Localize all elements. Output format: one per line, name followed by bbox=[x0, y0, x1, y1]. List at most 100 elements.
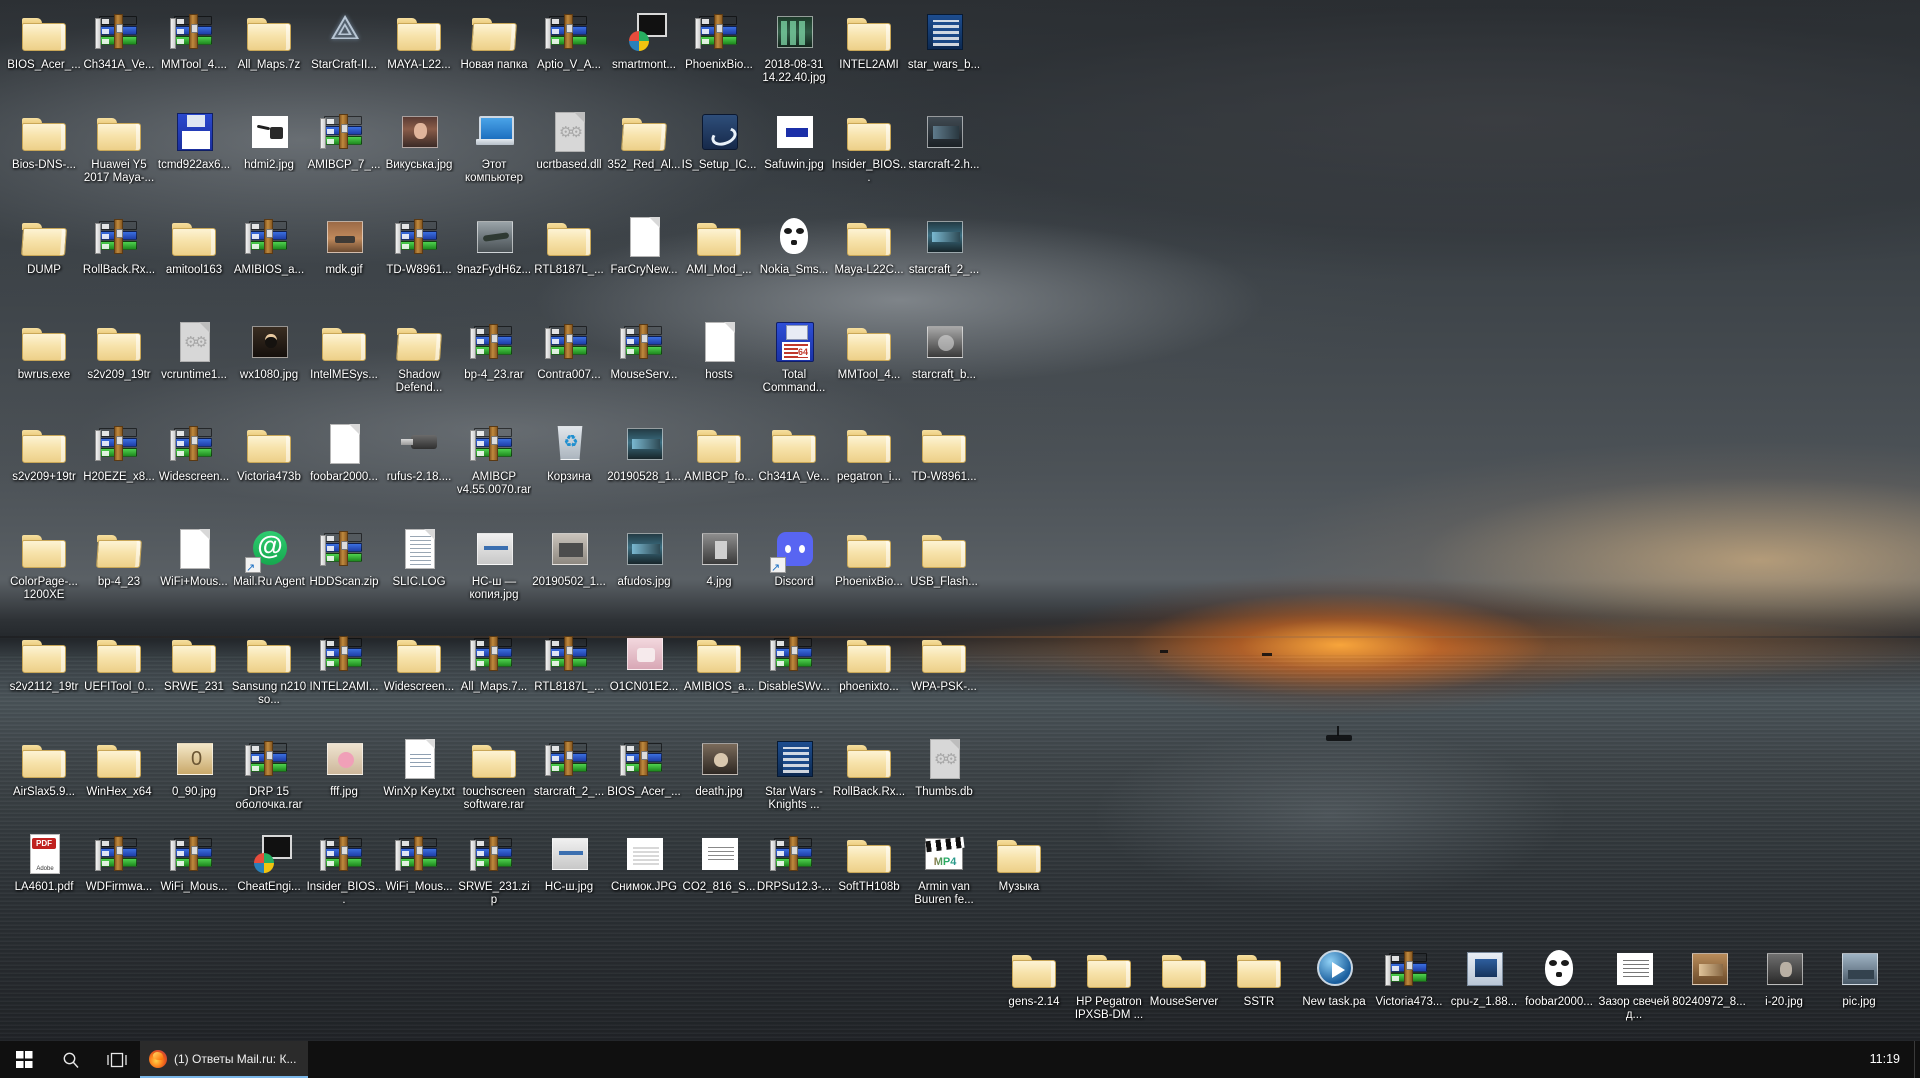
desktop-icon-mouseserv[interactable]: MouseServ... bbox=[606, 318, 682, 382]
desktop-icon-wpa-psk[interactable]: WPA-PSK-... bbox=[906, 630, 982, 694]
desktop-icon-td-w8961[interactable]: TD-W8961... bbox=[381, 213, 457, 277]
desktop-icon-insider-bios[interactable]: Insider_BIOS... bbox=[306, 830, 382, 906]
desktop-icon-co2-816-s[interactable]: CO2_816_S... bbox=[681, 830, 757, 894]
desktop-icon-intel2ami[interactable]: INTEL2AMI... bbox=[306, 630, 382, 694]
desktop-icon-rufus-2-18[interactable]: rufus-2.18.... bbox=[381, 420, 457, 484]
desktop-icon-touchscreen-software-rar[interactable]: touchscreen software.rar bbox=[456, 735, 532, 811]
desktop-icon-ch341a-ve[interactable]: Ch341A_Ve... bbox=[81, 8, 157, 72]
desktop-icon-352-red-al[interactable]: 352_Red_Al... bbox=[606, 108, 682, 172]
desktop-icon-bp-4-23-rar[interactable]: bp-4_23.rar bbox=[456, 318, 532, 382]
desktop-icon-uefitool-0[interactable]: UEFITool_0... bbox=[81, 630, 157, 694]
desktop-icon-star-wars-b[interactable]: star_wars_b... bbox=[906, 8, 982, 72]
desktop-icon-is-setup-ic[interactable]: IS_Setup_IC... bbox=[681, 108, 757, 172]
desktop-icon-bp-4-23[interactable]: bp-4_23 bbox=[81, 525, 157, 589]
desktop-icon-aptio-v-a[interactable]: Aptio_V_A... bbox=[531, 8, 607, 72]
desktop-icon-safuwin-jpg[interactable]: Safuwin.jpg bbox=[756, 108, 832, 172]
task-view-button[interactable] bbox=[94, 1041, 140, 1078]
desktop-icon-item[interactable]: Новая папка bbox=[456, 8, 532, 72]
desktop-icon-2018-08-31-14-22-40-jpg[interactable]: 2018-08-31 14.22.40.jpg bbox=[756, 8, 832, 84]
desktop-icon-amibios-a[interactable]: AMIBIOS_a... bbox=[681, 630, 757, 694]
desktop-icon-bios-dns[interactable]: Bios-DNS-... bbox=[6, 108, 82, 172]
desktop-icon-maya-l22[interactable]: MAYA-L22... bbox=[381, 8, 457, 72]
desktop-icon-hc-jpg[interactable]: HC-ш — копия.jpg bbox=[456, 525, 532, 601]
taskbar[interactable]: (1) Ответы Mail.ru: К... 11:19 bbox=[0, 1041, 1920, 1078]
clock[interactable]: 11:19 bbox=[1862, 1041, 1914, 1078]
desktop-icon-usb-flash[interactable]: USB_Flash... bbox=[906, 525, 982, 589]
desktop-icon-intel2ami[interactable]: INTEL2AMI bbox=[831, 8, 907, 72]
desktop-icon-shadow-defend[interactable]: Shadow Defend... bbox=[381, 318, 457, 394]
desktop-icon-amibcp-v4-55-0070-rar[interactable]: AMIBCP v4.55.0070.rar bbox=[456, 420, 532, 496]
desktop-icon-vcruntime1[interactable]: vcruntime1... bbox=[156, 318, 232, 382]
desktop-icon-h20eze-x8[interactable]: H20EZE_x8... bbox=[81, 420, 157, 484]
desktop-icon-hp-pegatron-ipxsb-dm[interactable]: HP Pegatron IPXSB-DM ... bbox=[1071, 945, 1147, 1021]
desktop-icon-farcrynew[interactable]: FarCryNew... bbox=[606, 213, 682, 277]
desktop-icon-total-command[interactable]: 64 Total Command... bbox=[756, 318, 832, 394]
desktop-icon-afudos-jpg[interactable]: afudos.jpg bbox=[606, 525, 682, 589]
desktop-icon-cpu-z-1-88[interactable]: cpu-z_1.88... bbox=[1446, 945, 1522, 1009]
desktop-icon-mdk-gif[interactable]: mdk.gif bbox=[306, 213, 382, 277]
desktop-icon-item[interactable]: Музыка bbox=[981, 830, 1057, 894]
desktop-icon-death-jpg[interactable]: death.jpg bbox=[681, 735, 757, 799]
desktop-icon-hosts[interactable]: hosts bbox=[681, 318, 757, 382]
desktop-icon-mouseserver[interactable]: MouseServer bbox=[1146, 945, 1222, 1009]
desktop-icon-sstr[interactable]: SSTR bbox=[1221, 945, 1297, 1009]
taskbar-item-firefox[interactable]: (1) Ответы Mail.ru: К... bbox=[140, 1041, 309, 1078]
desktop-icon-winxp-key-txt[interactable]: WinXp Key.txt bbox=[381, 735, 457, 799]
desktop-icon-contra007[interactable]: Contra007... bbox=[531, 318, 607, 382]
desktop-icon-hc-jpg[interactable]: HC-ш.jpg bbox=[531, 830, 607, 894]
desktop-icon-rtl8187l[interactable]: RTL8187L_... bbox=[531, 630, 607, 694]
desktop-icon-victoria473[interactable]: Victoria473... bbox=[1371, 945, 1447, 1009]
desktop-icon-disableswv[interactable]: DisableSWv... bbox=[756, 630, 832, 694]
desktop-icon-huawei-y5-2017-maya[interactable]: Huawei Y5 2017 Maya-... bbox=[81, 108, 157, 184]
system-tray[interactable]: 11:19 bbox=[1862, 1041, 1920, 1078]
desktop-icon-starcraft-ii[interactable]: StarCraft-II... bbox=[306, 8, 382, 72]
desktop-icon-bios-acer[interactable]: BIOS_Acer_... bbox=[606, 735, 682, 799]
desktop-icon-starcraft-2[interactable]: starcraft_2_... bbox=[531, 735, 607, 799]
desktop-icon-dump[interactable]: DUMP bbox=[6, 213, 82, 277]
desktop-icon-amibios-a[interactable]: AMIBIOS_a... bbox=[231, 213, 307, 277]
desktop-icon-amibcp-fo[interactable]: AMIBCP_fo... bbox=[681, 420, 757, 484]
desktop-icon-all-maps-7[interactable]: All_Maps.7... bbox=[456, 630, 532, 694]
desktop-icon-drp-15-rar[interactable]: DRP 15 оболочка.rar bbox=[231, 735, 307, 811]
desktop-icon-hdmi2-jpg[interactable]: hdmi2.jpg bbox=[231, 108, 307, 172]
desktop-icon-widescreen[interactable]: Widescreen... bbox=[156, 420, 232, 484]
desktop-icon-discord[interactable]: Discord bbox=[756, 525, 832, 589]
desktop-icon-sansung-n210-so[interactable]: Sansung n210 so... bbox=[231, 630, 307, 706]
desktop-icon-srwe-231[interactable]: SRWE_231 bbox=[156, 630, 232, 694]
desktop-icon-4-jpg[interactable]: 4.jpg bbox=[681, 525, 757, 589]
desktop-icon-i-20-jpg[interactable]: i-20.jpg bbox=[1746, 945, 1822, 1009]
desktop-icon-mail-ru-agent[interactable]: Mail.Ru Agent bbox=[231, 525, 307, 589]
desktop-icon-o1cn01e2[interactable]: O1CN01E2... bbox=[606, 630, 682, 694]
desktop-icon-wifi-mous[interactable]: WiFi_Mous... bbox=[381, 830, 457, 894]
desktop-icon-0-90-jpg[interactable]: 0_90.jpg bbox=[156, 735, 232, 799]
desktop-icon-tcmd922ax6[interactable]: tcmd922ax6... bbox=[156, 108, 232, 172]
desktop-icon-thumbs-db[interactable]: Thumbs.db bbox=[906, 735, 982, 799]
desktop-icon-20190528-1[interactable]: 20190528_1... bbox=[606, 420, 682, 484]
desktop-icon-rollback-rx[interactable]: RollBack.Rx... bbox=[831, 735, 907, 799]
desktop-icon-20190502-1[interactable]: 20190502_1... bbox=[531, 525, 607, 589]
desktop-icon-amibcp-7[interactable]: AMIBCP_7_... bbox=[306, 108, 382, 172]
desktop-icon-cheatengi[interactable]: CheatEngi... bbox=[231, 830, 307, 894]
desktop-icon-amitool163[interactable]: amitool163 bbox=[156, 213, 232, 277]
desktop-icon-wdfirmwa[interactable]: WDFirmwa... bbox=[81, 830, 157, 894]
desktop-icon-starcraft-2-h[interactable]: starcraft-2.h... bbox=[906, 108, 982, 172]
desktop-icon-victoria473b[interactable]: Victoria473b bbox=[231, 420, 307, 484]
desktop-icon-gens-2-14[interactable]: gens-2.14 bbox=[996, 945, 1072, 1009]
start-button[interactable] bbox=[0, 1041, 48, 1078]
desktop-icon-star-wars-knights[interactable]: Star Wars - Knights ... bbox=[756, 735, 832, 811]
desktop-icon-insider-bios[interactable]: Insider_BIOS... bbox=[831, 108, 907, 184]
desktop-icon-item[interactable]: Корзина bbox=[531, 420, 607, 484]
show-desktop-button[interactable] bbox=[1914, 1041, 1920, 1078]
desktop-icon-phoenixbio[interactable]: PhoenixBio... bbox=[831, 525, 907, 589]
desktop-icon-jpg[interactable]: Снимок.JPG bbox=[606, 830, 682, 894]
desktop-icon-bwrus-exe[interactable]: bwrus.exe bbox=[6, 318, 82, 382]
desktop-icon-phoenixto[interactable]: phoenixto... bbox=[831, 630, 907, 694]
desktop[interactable]: BIOS_Acer_... Ch341A_Ve... MMTool_4.... All… bbox=[0, 0, 1920, 1078]
desktop-icon-maya-l22c[interactable]: Maya-L22C... bbox=[831, 213, 907, 277]
desktop-icon-item[interactable]: Этот компьютер bbox=[456, 108, 532, 184]
desktop-icon-all-maps-7z[interactable]: All_Maps.7z bbox=[231, 8, 307, 72]
desktop-icon-fff-jpg[interactable]: fff.jpg bbox=[306, 735, 382, 799]
desktop-icon-widescreen[interactable]: Widescreen... bbox=[381, 630, 457, 694]
desktop-icon-item[interactable]: Зазор свечей д... bbox=[1596, 945, 1672, 1021]
desktop-icon-airslax5-9[interactable]: AirSlax5.9... bbox=[6, 735, 82, 799]
